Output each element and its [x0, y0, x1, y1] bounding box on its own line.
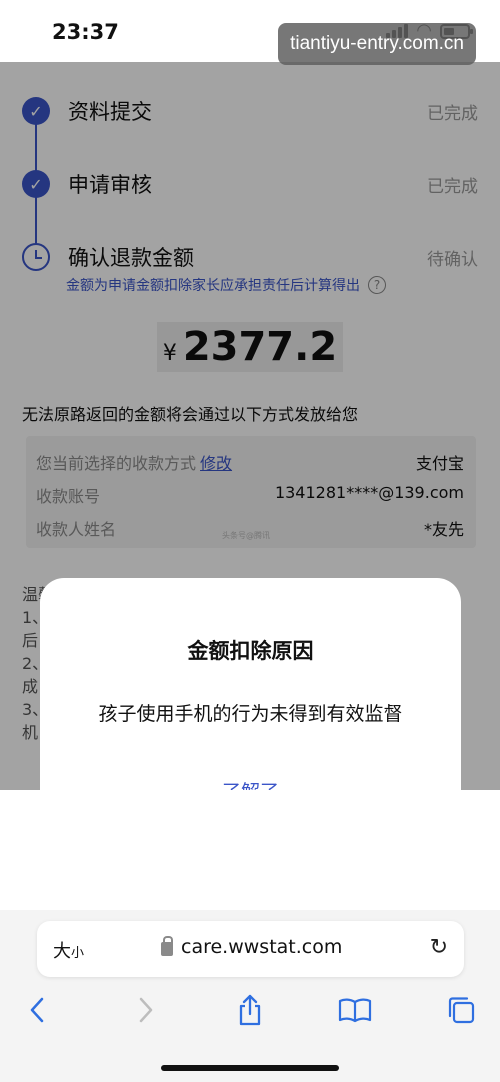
tabs-button[interactable]: [439, 990, 483, 1030]
home-indicator: [161, 1065, 339, 1071]
tabs-icon: [448, 997, 475, 1024]
address-bar[interactable]: 大小 care.wwstat.com ↻: [37, 921, 464, 977]
text-size-button[interactable]: 大小: [53, 937, 84, 963]
share-icon: [239, 994, 261, 1026]
modal-title: 金额扣除原因: [187, 639, 314, 663]
back-button[interactable]: [15, 990, 59, 1030]
browser-toolbar: [0, 990, 500, 1030]
status-time: 23:37: [52, 20, 119, 44]
chevron-right-icon: [139, 997, 153, 1023]
share-button[interactable]: [228, 990, 272, 1030]
bookmarks-button[interactable]: [333, 990, 377, 1030]
domain-watermark: tiantiyu-entry.com.cn: [278, 23, 476, 65]
reload-icon[interactable]: ↻: [430, 935, 448, 960]
url-display[interactable]: care.wwstat.com: [161, 936, 342, 958]
lock-icon: [161, 936, 173, 956]
deduction-reason-modal: 金额扣除原因 孩子使用手机的行为未得到有效监督 了解了: [40, 578, 461, 790]
browser-bottom-bar: 大小 care.wwstat.com ↻: [0, 910, 500, 1082]
acknowledge-button[interactable]: 了解了: [40, 777, 461, 790]
chevron-left-icon: [30, 997, 44, 1023]
modal-body: 孩子使用手机的行为未得到有效监督: [98, 703, 403, 725]
forward-button[interactable]: [124, 990, 168, 1030]
book-icon: [338, 998, 372, 1023]
url-text: care.wwstat.com: [181, 936, 343, 958]
